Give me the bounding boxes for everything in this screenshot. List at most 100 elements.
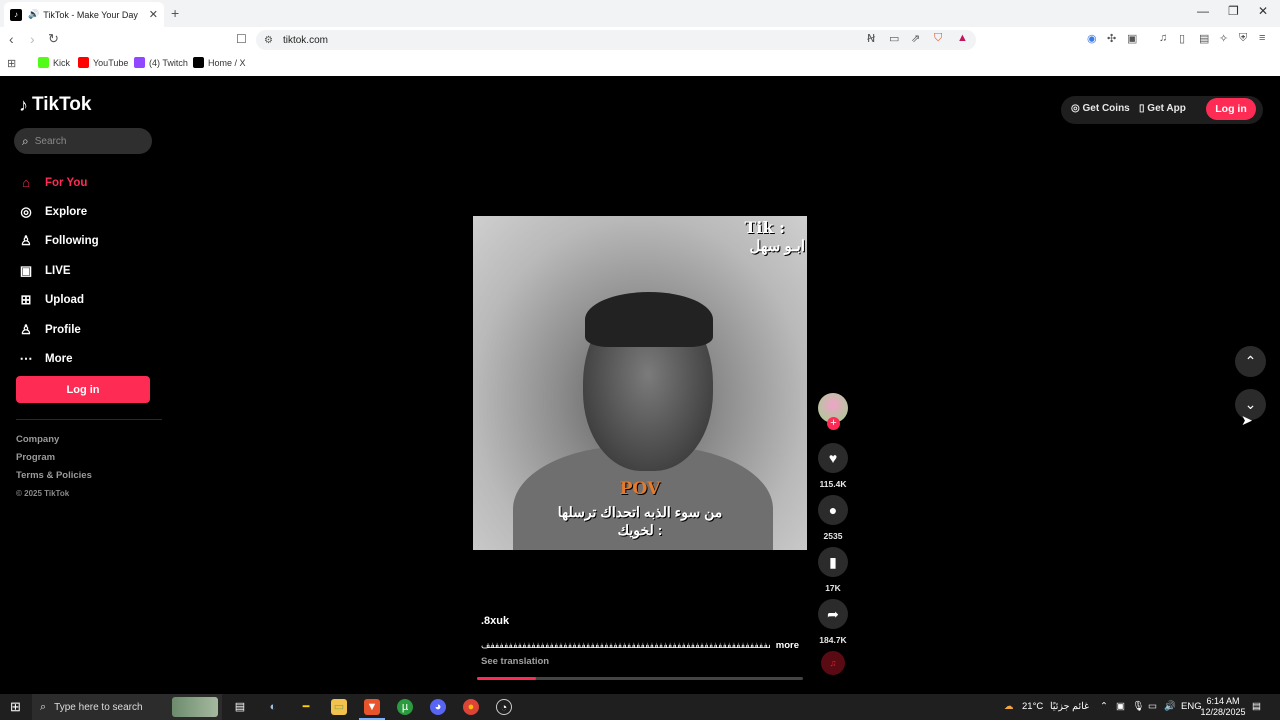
maximize-button[interactable]: ❐	[1228, 4, 1239, 18]
video-progress-bar[interactable]	[477, 677, 803, 680]
like-button[interactable]: ♥	[818, 443, 848, 473]
apps-grid-icon[interactable]: ⊞	[7, 57, 16, 70]
weather-icon: ☁	[1004, 701, 1014, 712]
video-author[interactable]: .8xuk	[481, 615, 509, 627]
taskbar-clock[interactable]: 6:14 AM 12/28/2025	[1200, 696, 1246, 718]
tab-search-icon[interactable]: ▣	[1127, 32, 1137, 45]
bookmarks-bar: ⊞ Kick YouTube (4) Twitch Home / X	[0, 54, 1280, 74]
sidebar-login-button[interactable]: Log in	[16, 376, 150, 403]
get-app-button[interactable]: ▯ Get App	[1139, 103, 1186, 114]
profile-icon: ♙	[20, 321, 32, 337]
comment-button[interactable]: ●	[818, 495, 848, 525]
vpn-icon[interactable]: ⛨	[1239, 32, 1247, 45]
app-icon[interactable]: ━	[298, 699, 314, 715]
tiktok-favicon-icon: ♪	[10, 8, 22, 21]
sidebar-item-more[interactable]: ⋯ More	[17, 344, 99, 373]
header-login-button[interactable]: Log in	[1206, 98, 1256, 120]
get-coins-button[interactable]: ◎ Get Coins	[1071, 103, 1130, 114]
language-indicator[interactable]: ENG	[1181, 701, 1202, 712]
network-icon[interactable]: ▭	[1148, 701, 1157, 712]
chrome-icon[interactable]: ●	[463, 699, 479, 715]
share-button[interactable]: ➦	[818, 599, 848, 629]
sidebar-icon[interactable]: ▯	[1179, 32, 1185, 45]
media-icon[interactable]: ♫	[1159, 32, 1167, 44]
bookmark-kick[interactable]: Kick	[38, 57, 70, 68]
taskbar-search-input[interactable]: ⌕ Type here to search	[32, 694, 222, 720]
video-player[interactable]: Tik : ابـو سهل POV من سوء الذبه اتحداك ت…	[473, 216, 807, 550]
minimize-button[interactable]: —	[1197, 4, 1209, 18]
microphone-icon[interactable]: 🎙	[1132, 701, 1144, 712]
sidebar-item-for-you[interactable]: ⌂ For You	[17, 168, 99, 197]
back-icon[interactable]: ‹	[9, 31, 14, 47]
wallet-icon[interactable]: ▤	[1199, 32, 1209, 45]
video-overlay-pov: POV	[619, 479, 661, 499]
footer-link-program[interactable]: Program	[16, 449, 92, 467]
site-info-icon[interactable]: ⚙	[264, 35, 273, 46]
nav-label: More	[45, 353, 73, 366]
reload-icon[interactable]: ↻	[48, 31, 59, 47]
weather-condition[interactable]: غائم جزئيًا	[1050, 701, 1089, 712]
volume-icon[interactable]: 🔊	[1164, 701, 1176, 712]
like-count: 115.4K	[819, 479, 847, 489]
share-icon[interactable]: ⇗	[911, 32, 920, 45]
comment-icon: ●	[828, 502, 838, 518]
brave-browser-icon[interactable]: ▼	[364, 699, 380, 715]
footer-link-terms[interactable]: Terms & Policies	[16, 467, 92, 485]
windows-start-icon[interactable]: ⊞	[10, 699, 21, 715]
description-more-link[interactable]: more	[776, 640, 799, 651]
search-placeholder: Search	[34, 135, 67, 147]
phone-icon: ▯	[1139, 103, 1145, 114]
obs-icon[interactable]: ◔	[496, 699, 512, 715]
previous-video-button[interactable]: ⌃	[1235, 346, 1266, 377]
close-window-button[interactable]: ✕	[1258, 4, 1268, 18]
copyright: © 2025 TikTok	[16, 489, 70, 498]
file-explorer-icon[interactable]: ▭	[331, 699, 347, 715]
bookmark-twitch[interactable]: (4) Twitch	[134, 57, 188, 68]
no-translate-icon[interactable]: Ꞥ	[867, 32, 875, 45]
description-text: فففففففففففففففففففففففففففففففففففففففف…	[481, 640, 770, 650]
video-progress-fill	[477, 677, 536, 680]
menu-icon[interactable]: ≡	[1259, 32, 1265, 44]
video-overlay-tik: Tik :	[744, 218, 785, 237]
sidebar-item-live[interactable]: ▣ LIVE	[17, 256, 99, 285]
sidebar-item-following[interactable]: ♙ Following	[17, 227, 98, 256]
forward-icon[interactable]: ›	[30, 31, 35, 47]
music-disc-icon[interactable]: ♫	[821, 651, 845, 675]
url-text[interactable]: tiktok.com	[283, 35, 328, 46]
save-button[interactable]: ▮	[818, 547, 848, 577]
see-translation-link[interactable]: See translation	[481, 656, 549, 667]
extensions-icon[interactable]: ✣	[1107, 32, 1116, 45]
chevron-down-icon: ⌄	[1244, 396, 1257, 412]
bookmark-label: Home / X	[208, 57, 246, 68]
discord-icon[interactable]: ◕	[430, 699, 446, 715]
task-view-icon[interactable]: ▤	[232, 699, 248, 715]
follow-plus-icon[interactable]: +	[827, 417, 840, 430]
new-tab-button[interactable]: +	[171, 5, 179, 21]
steam-icon[interactable]: ◐	[265, 699, 281, 715]
bookmark-x[interactable]: Home / X	[193, 57, 246, 68]
search-input[interactable]: ⌕ Search	[14, 128, 152, 154]
weather-temperature[interactable]: 21°C	[1022, 701, 1043, 712]
sidebar-item-profile[interactable]: ♙ Profile	[17, 315, 99, 344]
sidebar-item-upload[interactable]: ⊞ Upload	[17, 286, 99, 315]
close-tab-icon[interactable]: ✕	[149, 8, 158, 21]
browser-toolbar: ‹ › ↻ ☐ ⚙ tiktok.com Ꞥ ▭ ⇗ ⛉ ▲ ◉ ✣ ▣ ♫ ▯…	[0, 27, 1280, 53]
utorrent-icon[interactable]: µ	[397, 699, 413, 715]
leo-ai-icon[interactable]: ✧	[1219, 32, 1228, 45]
tray-overflow-icon[interactable]: ⌃	[1100, 701, 1108, 712]
browser-tab-tiktok[interactable]: ♪ 🔊 TikTok - Make Your Day ✕	[4, 2, 164, 27]
sidebar-item-explore[interactable]: ◎ Explore	[17, 197, 99, 226]
read-aloud-icon[interactable]: ◉	[1087, 32, 1097, 45]
cast-icon[interactable]: ▭	[889, 32, 899, 45]
brave-shield-icon[interactable]: ⛉	[934, 32, 942, 45]
speaker-icon[interactable]: 🔊	[28, 9, 39, 20]
live-icon: ▣	[19, 262, 33, 278]
notifications-icon[interactable]: ▤	[1252, 701, 1261, 712]
tray-app-icon[interactable]: ▣	[1116, 701, 1125, 712]
nav-label: LIVE	[45, 264, 71, 277]
footer-link-company[interactable]: Company	[16, 431, 92, 449]
brave-rewards-icon[interactable]: ▲	[957, 32, 968, 44]
bookmark-page-icon[interactable]: ☐	[236, 32, 247, 46]
tiktok-logo[interactable]: ♪ TikTok	[19, 94, 91, 116]
bookmark-youtube[interactable]: YouTube	[78, 57, 128, 68]
